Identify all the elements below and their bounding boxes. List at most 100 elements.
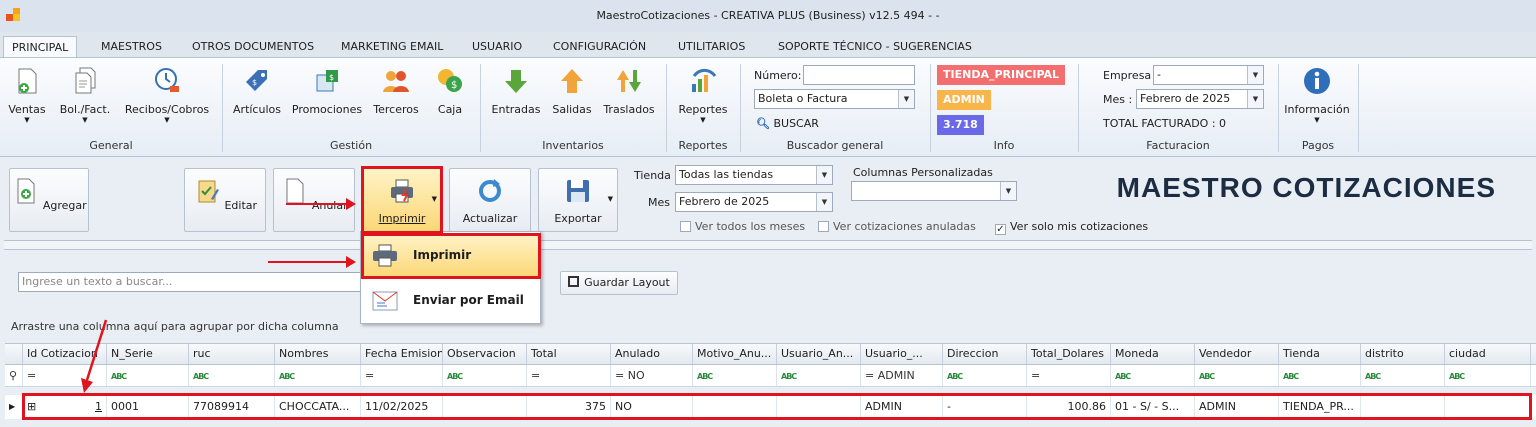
caja-button[interactable]: $ Caja (430, 66, 470, 116)
buscar-button[interactable]: 🔍︎ BUSCAR (756, 117, 819, 130)
exportar-button[interactable]: Exportar ▼ (538, 168, 618, 232)
filter-cell[interactable]: ABC (1279, 365, 1361, 386)
tab-configuracion[interactable]: CONFIGURACIÓN (545, 36, 654, 58)
reportes-button[interactable]: Reportes ▼ (674, 66, 732, 124)
version-badge: 3.718 (937, 115, 984, 135)
recibos-cobros-button[interactable]: Recibos/Cobros ▼ (122, 66, 212, 124)
ventas-button[interactable]: Ventas ▼ (4, 66, 50, 124)
chevron-down-icon[interactable]: ▼ (1247, 90, 1263, 108)
column-header[interactable]: Observacion (443, 344, 527, 364)
filter-cell[interactable]: ABC (275, 365, 361, 386)
text-filter-icon: ABC (1199, 372, 1215, 381)
filter-cell[interactable]: ABC (1361, 365, 1445, 386)
chevron-down-icon[interactable]: ▼ (1000, 182, 1016, 200)
articulos-button[interactable]: $ Artículos (230, 66, 284, 116)
column-header[interactable]: Fecha Emision (361, 344, 443, 364)
chevron-down-icon[interactable]: ▼ (816, 166, 832, 184)
editar-button[interactable]: Editar (184, 168, 266, 232)
guardar-layout-button[interactable]: Guardar Layout (560, 271, 678, 295)
tienda-select[interactable]: Todas las tiendas ▼ (675, 165, 833, 185)
filter-cell[interactable]: ABC (777, 365, 861, 386)
tab-soporte[interactable]: SOPORTE TÉCNICO - SUGERENCIAS (770, 36, 980, 58)
filter-cell[interactable]: = NO (611, 365, 693, 386)
column-header[interactable]: Motivo_Anu... (693, 344, 777, 364)
column-header[interactable]: N_Serie (107, 344, 189, 364)
tab-usuario[interactable]: USUARIO (464, 36, 530, 58)
mes-filter-select[interactable]: Febrero de 2025 ▼ (675, 192, 833, 212)
filter-cell[interactable]: = ADMIN (861, 365, 943, 386)
column-header[interactable]: Usuario_An... (777, 344, 861, 364)
informacion-button[interactable]: Información ▼ (1284, 66, 1350, 124)
search-input[interactable]: Ingrese un texto a buscar... (18, 272, 363, 292)
edit-clipboard-icon (198, 180, 219, 203)
column-header[interactable]: Moneda (1111, 344, 1195, 364)
column-header[interactable]: Nombres (275, 344, 361, 364)
clock-cart-icon (155, 68, 179, 92)
group-label-general: General (89, 139, 133, 152)
chevron-down-icon[interactable]: ▼ (608, 195, 613, 203)
mes-select[interactable]: Febrero de 2025 ▼ (1136, 89, 1264, 109)
text-filter-icon: ABC (111, 372, 127, 381)
ver-anuladas-checkbox[interactable]: Ver cotizaciones anuladas (818, 220, 976, 233)
column-header[interactable]: ruc (189, 344, 275, 364)
group-label-reportes: Reportes (678, 139, 728, 152)
filter-cell[interactable]: ABC (443, 365, 527, 386)
doc-type-select[interactable]: Boleta o Factura ▼ (754, 89, 915, 109)
column-header[interactable]: Usuario_... (861, 344, 943, 364)
filter-cell[interactable]: ABC (693, 365, 777, 386)
agregar-button[interactable]: Agregar (9, 168, 89, 232)
column-header[interactable]: distrito (1361, 344, 1445, 364)
arrow-down-icon (505, 70, 527, 93)
bol-fact-button[interactable]: Bol./Fact. ▼ (55, 66, 115, 124)
anular-button[interactable]: Anular (273, 168, 355, 232)
column-header[interactable]: Direccion (943, 344, 1027, 364)
ver-mias-checkbox[interactable]: ✓ Ver solo mis cotizaciones (995, 220, 1148, 235)
column-header[interactable]: Vendedor (1195, 344, 1279, 364)
column-header[interactable]: ciudad (1445, 344, 1531, 364)
group-label-info: Info (993, 139, 1015, 152)
mes-filter-label: Mes (648, 196, 670, 209)
search-icon: 🔍︎ (756, 117, 770, 130)
text-filter-icon: ABC (1365, 372, 1381, 381)
filter-cell[interactable]: ABC (943, 365, 1027, 386)
filter-cell[interactable]: ABC (1195, 365, 1279, 386)
users-icon (383, 71, 409, 92)
entradas-button[interactable]: Entradas (488, 66, 544, 116)
numero-input[interactable] (803, 65, 915, 85)
column-header[interactable]: Anulado (611, 344, 693, 364)
menu-item-enviar-email[interactable]: Enviar por Email (363, 280, 539, 322)
tab-maestros[interactable]: MAESTROS (93, 36, 170, 58)
info-icon (1304, 68, 1330, 94)
chevron-down-icon[interactable]: ▼ (816, 193, 832, 211)
actualizar-button[interactable]: Actualizar (449, 168, 531, 232)
column-header[interactable]: Total (527, 344, 611, 364)
mes-label: Mes : (1103, 93, 1133, 106)
tab-marketing-email[interactable]: MARKETING EMAIL (333, 36, 451, 58)
traslados-button[interactable]: Traslados (600, 66, 658, 116)
filter-cell[interactable]: ABC (1111, 365, 1195, 386)
ver-todos-checkbox[interactable]: Ver todos los meses (680, 220, 805, 233)
tab-utilitarios[interactable]: UTILITARIOS (670, 36, 753, 58)
tab-otros-documentos[interactable]: OTROS DOCUMENTOS (184, 36, 322, 58)
column-header[interactable]: Total_Dolares (1027, 344, 1111, 364)
filter-cell[interactable]: = (361, 365, 443, 386)
chevron-down-icon[interactable]: ▼ (1247, 66, 1263, 84)
highlight-imprimir-button (361, 166, 443, 234)
tab-principal[interactable]: PRINCIPAL (3, 36, 78, 58)
column-header[interactable]: Tienda (1279, 344, 1361, 364)
filter-cell[interactable]: ABC (189, 365, 275, 386)
filter-cell[interactable]: ABC (1445, 365, 1531, 386)
new-document-icon (18, 68, 37, 94)
text-filter-icon: ABC (947, 372, 963, 381)
filter-cell[interactable]: = (1027, 365, 1111, 386)
promociones-button[interactable]: $ Promociones (290, 66, 364, 116)
filter-cell[interactable]: = (527, 365, 611, 386)
empresa-select[interactable]: - ▼ (1153, 65, 1264, 85)
page-title: MAESTRO COTIZACIONES (1116, 172, 1496, 203)
terceros-button[interactable]: Terceros (368, 66, 424, 116)
columnas-select[interactable]: ▼ (851, 181, 1017, 201)
splitter[interactable] (4, 240, 1532, 250)
chevron-down-icon[interactable]: ▼ (898, 90, 914, 108)
filter-cell[interactable]: ABC (107, 365, 189, 386)
salidas-button[interactable]: Salidas (550, 66, 594, 116)
